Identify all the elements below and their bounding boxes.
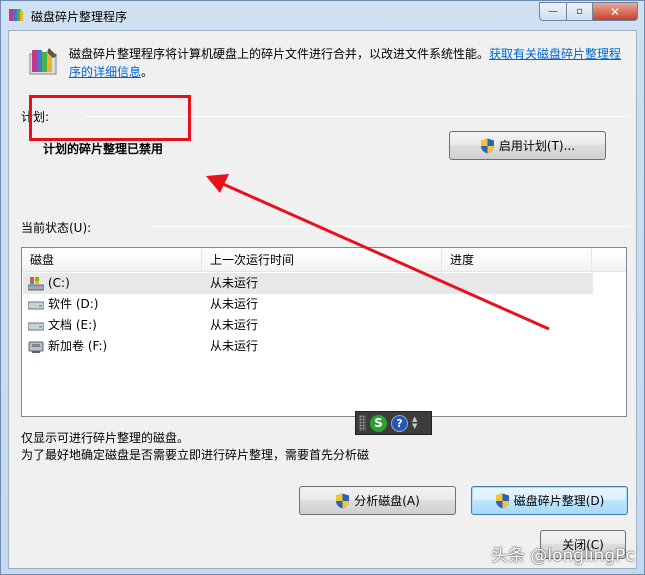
uac-shield-icon (480, 138, 494, 153)
minimize-icon: — (548, 6, 558, 17)
help-icon[interactable]: ? (391, 414, 408, 432)
watermark: 头条 @longlingPc (491, 546, 635, 566)
disk-name: 软件 (D:) (48, 297, 99, 311)
disk-row-f[interactable]: 新加卷 (F:) 从未运行 (23, 336, 593, 357)
enable-schedule-button[interactable]: 启用计划(T)... (449, 131, 606, 160)
sogou-ime-icon[interactable]: S (370, 414, 387, 432)
disk-row-d[interactable]: 软件 (D:) 从未运行 (23, 294, 593, 315)
uac-shield-icon (336, 493, 350, 508)
annotation-highlight-box (29, 95, 191, 141)
description-text: 磁盘碎片整理程序将计算机硬盘上的碎片文件进行合并，以改进文件系统性能。 (69, 47, 490, 61)
enable-schedule-label: 启用计划(T)... (498, 139, 576, 153)
note-line-1: 仅显示可进行碎片整理的磁盘。 (21, 431, 190, 445)
removable-drive-icon (28, 341, 44, 353)
disk-name: (C:) (48, 276, 70, 290)
window-title: 磁盘碎片整理程序 (31, 10, 128, 24)
hard-drive-icon (28, 322, 44, 331)
ime-toolbar[interactable]: S ? ▲ ▼ (355, 411, 432, 435)
disk-row-e[interactable]: 文档 (E:) 从未运行 (23, 315, 593, 336)
disk-name: 文档 (E:) (48, 318, 97, 332)
schedule-status: 计划的碎片整理已禁用 (43, 142, 164, 156)
close-window-button[interactable]: ✕ (592, 2, 638, 21)
last-run: 从未运行 (210, 276, 259, 290)
maximize-button[interactable]: ▫ (566, 2, 592, 21)
last-run: 从未运行 (210, 339, 259, 353)
disk-list[interactable]: 磁盘 上一次运行时间 进度 (C:) 从未运行 软件 (D:) 从未运行 文档 … (21, 247, 627, 417)
drag-handle-icon[interactable] (359, 415, 366, 431)
hard-drive-icon (28, 301, 44, 310)
ime-menu-arrows-icon[interactable]: ▲ ▼ (412, 416, 417, 430)
disk-list-header: 磁盘 上一次运行时间 进度 (22, 248, 626, 272)
defrag-disk-label: 磁盘碎片整理(D) (513, 494, 605, 508)
description: 磁盘碎片整理程序将计算机硬盘上的碎片文件进行合并，以改进文件系统性能。获取有关磁… (69, 45, 625, 81)
analyze-disk-button[interactable]: 分析磁盘(A) (299, 486, 456, 515)
description-tail: 。 (141, 65, 154, 79)
note-line-2: 为了最好地确定磁盘是否需要立即进行碎片整理，需要首先分析磁 (21, 448, 370, 462)
minimize-button[interactable]: — (539, 2, 566, 21)
disk-name: 新加卷 (F:) (48, 339, 108, 353)
defrag-disk-button[interactable]: 磁盘碎片整理(D) (471, 486, 628, 515)
close-icon: ✕ (609, 4, 621, 19)
column-last-run[interactable]: 上一次运行时间 (202, 248, 442, 272)
status-divider (152, 226, 629, 227)
defrag-window: 磁盘碎片整理程序 — ▫ ✕ 磁盘碎片整理程序将计算机硬盘上的碎片文件进行合并，… (0, 0, 645, 575)
uac-shield-icon (495, 493, 509, 508)
system-drive-icon (28, 277, 44, 291)
disk-row-c[interactable]: (C:) 从未运行 (23, 273, 593, 294)
last-run: 从未运行 (210, 318, 259, 332)
defrag-header-icon (29, 48, 57, 75)
status-group-label: 当前状态(U): (21, 221, 92, 235)
defrag-app-icon (9, 9, 23, 21)
title-bar[interactable]: 磁盘碎片整理程序 — ▫ ✕ (1, 1, 644, 29)
maximize-icon: ▫ (576, 6, 583, 17)
analyze-disk-label: 分析磁盘(A) (354, 494, 420, 508)
last-run: 从未运行 (210, 297, 259, 311)
column-progress[interactable]: 进度 (442, 248, 592, 272)
column-disk[interactable]: 磁盘 (22, 248, 202, 272)
